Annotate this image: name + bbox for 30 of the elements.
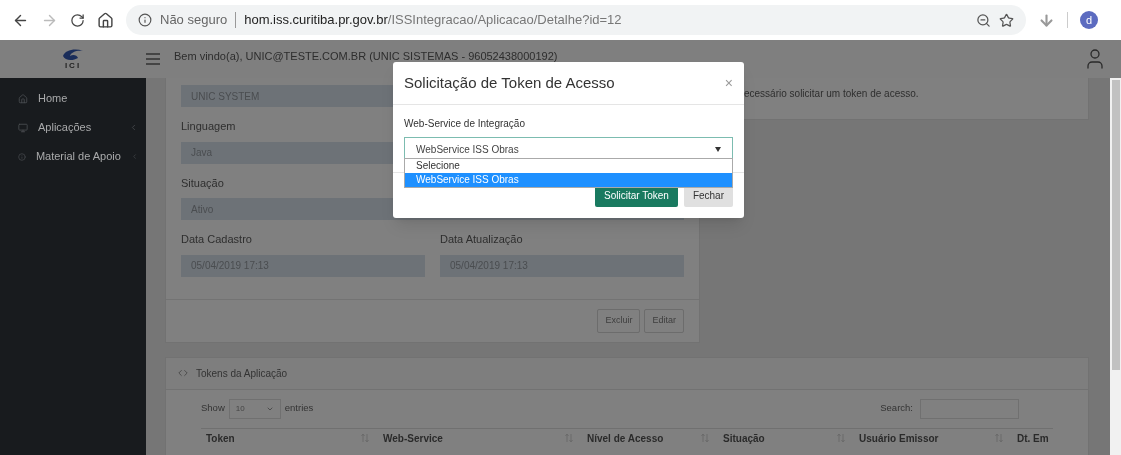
welcome-text: Bem vindo(a), UNIC@TESTE.COM.BR (UNIC SISTEMAS - 96052438000192)	[174, 48, 558, 64]
column-header[interactable]: Nível de Acesso	[587, 430, 664, 446]
column-header[interactable]: Dt. Em	[1017, 430, 1049, 446]
card-action-button[interactable]: Editar	[644, 308, 684, 333]
field-label: Situação	[181, 175, 224, 191]
dropdown-option[interactable]: WebService ISS Obras	[405, 173, 732, 187]
address-bar[interactable]: Não seguro hom.iss.curitiba.pr.gov.br/ISSIntegracao/Aplicacao/Detalhe?id=12	[126, 5, 1026, 35]
dialog-title: Solicitação de Token de Acesso	[404, 72, 615, 93]
show-label: Show	[201, 401, 225, 416]
url-text: hom.iss.curitiba.pr.gov.br/ISSIntegracao/Aplicacao/Detalhe?id=12	[244, 11, 623, 30]
profile-avatar[interactable]: d	[1080, 11, 1098, 29]
search-label: Search:	[880, 401, 913, 416]
field-label: Data Cadastro	[181, 232, 252, 247]
security-label: Não seguro	[160, 11, 228, 30]
section-title: Tokens da Aplicação	[196, 366, 288, 381]
logo-text: ICI	[64, 62, 82, 70]
column-header[interactable]: Web-Service	[383, 430, 443, 446]
sidebar-item[interactable]: Material de Apoio	[0, 142, 146, 171]
column-header[interactable]: Situação	[723, 430, 765, 446]
sidebar-item[interactable]: Aplicações	[0, 113, 146, 142]
entries-label: entries	[284, 401, 314, 416]
card-action-button[interactable]: Excluir	[597, 308, 641, 333]
field-label: Linguagem	[181, 119, 236, 134]
close-button[interactable]: ×	[724, 76, 733, 90]
notice-text: ecessário solicitar um token de acesso.	[744, 88, 919, 99]
column-header[interactable]: Usuário Emissor	[859, 430, 939, 446]
field-label: Data Atualização	[440, 232, 523, 247]
column-header[interactable]: Token	[206, 430, 235, 446]
field-label: Web-Service de Integração	[404, 117, 526, 131]
sidebar-item[interactable]: Home	[0, 84, 146, 113]
